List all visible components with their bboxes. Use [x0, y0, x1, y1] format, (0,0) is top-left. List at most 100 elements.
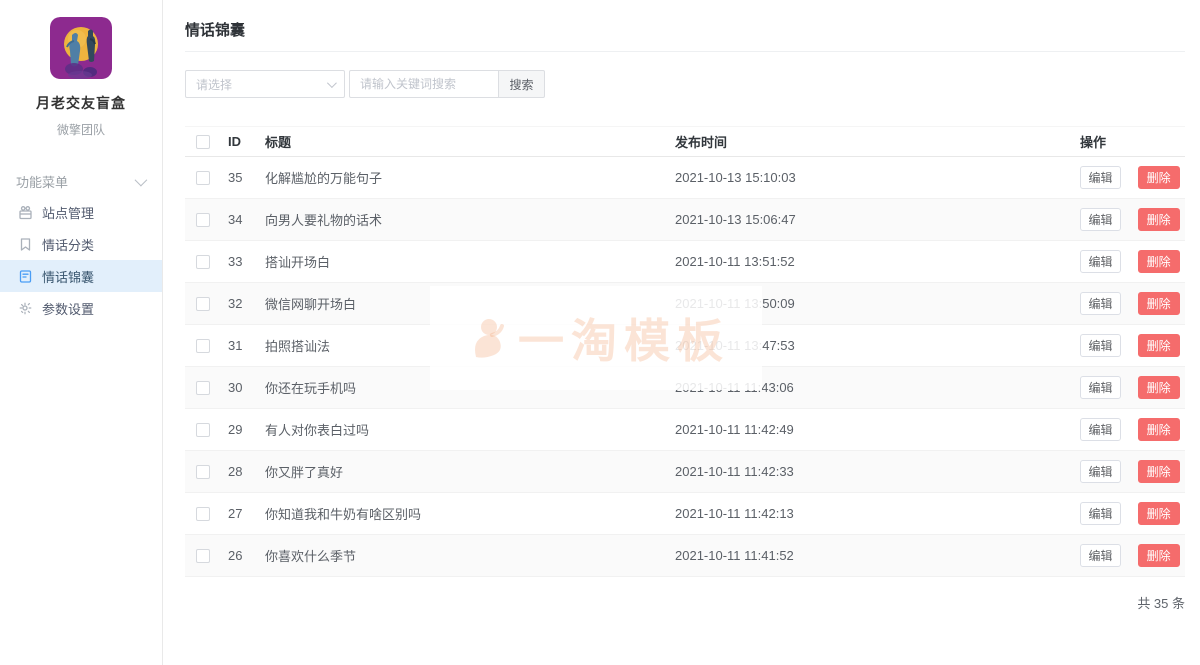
delete-button[interactable]: 删除 [1138, 544, 1180, 567]
table-header-row: ID 标题 发布时间 操作 [185, 127, 1185, 157]
row-publish-time: 2021-10-11 11:43:06 [675, 367, 1080, 409]
bookmark-icon [18, 237, 33, 252]
row-id: 31 [228, 325, 265, 367]
gear-icon [18, 301, 33, 316]
page-title: 情话锦囊 [185, 19, 1185, 40]
table-body: 35 化解尴尬的万能句子 2021-10-13 15:10:03 编辑 删除 3… [185, 157, 1185, 577]
data-table: ID 标题 发布时间 操作 35 化解尴尬的万能句子 2021-10-13 15… [185, 126, 1185, 577]
row-checkbox[interactable] [196, 213, 210, 227]
chevron-down-icon [327, 78, 337, 88]
column-header-time: 发布时间 [675, 127, 1080, 157]
row-publish-time: 2021-10-11 13:51:52 [675, 241, 1080, 283]
select-all-checkbox[interactable] [196, 135, 210, 149]
row-publish-time: 2021-10-11 11:42:13 [675, 493, 1080, 535]
sidebar-menu: 功能菜单 站点管理 [0, 166, 162, 324]
sidebar-item-label: 参数设置 [42, 299, 94, 318]
row-checkbox[interactable] [196, 381, 210, 395]
row-id: 32 [228, 283, 265, 325]
header-divider [185, 51, 1185, 52]
delete-button[interactable]: 删除 [1138, 208, 1180, 231]
row-checkbox[interactable] [196, 549, 210, 563]
row-title: 你还在玩手机吗 [265, 367, 675, 409]
edit-button[interactable]: 编辑 [1080, 460, 1121, 483]
category-select[interactable]: 请选择 [185, 70, 345, 98]
app-title: 月老交友盲盒 [0, 93, 162, 113]
table-row: 32 微信网聊开场白 2021-10-11 13:50:09 编辑 删除 [185, 283, 1185, 325]
edit-button[interactable]: 编辑 [1080, 544, 1121, 567]
row-id: 33 [228, 241, 265, 283]
delete-button[interactable]: 删除 [1138, 502, 1180, 525]
total-count: 共 35 条 [185, 593, 1185, 612]
edit-button[interactable]: 编辑 [1080, 376, 1121, 399]
sidebar-item-site-management[interactable]: 站点管理 [0, 196, 162, 228]
brand-block: 月老交友盲盒 微擎团队 [0, 0, 162, 138]
row-checkbox[interactable] [196, 255, 210, 269]
edit-button[interactable]: 编辑 [1080, 334, 1121, 357]
row-title: 向男人要礼物的话术 [265, 199, 675, 241]
sidebar-item-phrase-category[interactable]: 情话分类 [0, 228, 162, 260]
delete-button[interactable]: 删除 [1138, 460, 1180, 483]
delete-button[interactable]: 删除 [1138, 166, 1180, 189]
table-row: 30 你还在玩手机吗 2021-10-11 11:43:06 编辑 删除 [185, 367, 1185, 409]
row-publish-time: 2021-10-11 13:50:09 [675, 283, 1080, 325]
delete-button[interactable]: 删除 [1138, 376, 1180, 399]
edit-button[interactable]: 编辑 [1080, 502, 1121, 525]
table-row: 35 化解尴尬的万能句子 2021-10-13 15:10:03 编辑 删除 [185, 157, 1185, 199]
row-id: 35 [228, 157, 265, 199]
column-header-id: ID [228, 127, 265, 157]
row-publish-time: 2021-10-11 13:47:53 [675, 325, 1080, 367]
row-title: 化解尴尬的万能句子 [265, 157, 675, 199]
delete-button[interactable]: 删除 [1138, 250, 1180, 273]
table-row: 31 拍照搭讪法 2021-10-11 13:47:53 编辑 删除 [185, 325, 1185, 367]
row-publish-time: 2021-10-13 15:10:03 [675, 157, 1080, 199]
search-button[interactable]: 搜索 [498, 70, 545, 98]
site-management-icon [18, 205, 33, 220]
row-publish-time: 2021-10-11 11:41:52 [675, 535, 1080, 577]
row-checkbox[interactable] [196, 297, 210, 311]
edit-button[interactable]: 编辑 [1080, 208, 1121, 231]
table-row: 29 有人对你表白过吗 2021-10-11 11:42:49 编辑 删除 [185, 409, 1185, 451]
team-name: 微擎团队 [0, 121, 162, 138]
app-logo [50, 17, 112, 79]
row-publish-time: 2021-10-11 11:42:33 [675, 451, 1080, 493]
row-checkbox[interactable] [196, 465, 210, 479]
column-header-title: 标题 [265, 127, 675, 157]
edit-button[interactable]: 编辑 [1080, 250, 1121, 273]
row-id: 27 [228, 493, 265, 535]
column-header-actions: 操作 [1080, 127, 1185, 157]
edit-button[interactable]: 编辑 [1080, 292, 1121, 315]
row-checkbox[interactable] [196, 423, 210, 437]
search-input[interactable] [349, 70, 499, 98]
select-placeholder: 请选择 [196, 76, 232, 93]
delete-button[interactable]: 删除 [1138, 418, 1180, 441]
document-icon [18, 269, 33, 284]
delete-button[interactable]: 删除 [1138, 292, 1180, 315]
sidebar: 月老交友盲盒 微擎团队 功能菜单 站点管理 [0, 0, 163, 665]
row-checkbox[interactable] [196, 507, 210, 521]
delete-button[interactable]: 删除 [1138, 334, 1180, 357]
row-id: 26 [228, 535, 265, 577]
sidebar-item-label: 情话锦囊 [42, 267, 94, 286]
row-id: 34 [228, 199, 265, 241]
row-checkbox[interactable] [196, 339, 210, 353]
page-head: 情话锦囊 [185, 0, 1185, 52]
sidebar-item-phrase-pouch[interactable]: 情话锦囊 [0, 260, 162, 292]
table-row: 33 搭讪开场白 2021-10-11 13:51:52 编辑 删除 [185, 241, 1185, 283]
table-row: 27 你知道我和牛奶有啥区别吗 2021-10-11 11:42:13 编辑 删… [185, 493, 1185, 535]
row-id: 29 [228, 409, 265, 451]
edit-button[interactable]: 编辑 [1080, 418, 1121, 441]
sidebar-item-settings[interactable]: 参数设置 [0, 292, 162, 324]
app-window: 月老交友盲盒 微擎团队 功能菜单 站点管理 [0, 0, 1200, 665]
menu-group-toggle[interactable]: 功能菜单 [0, 166, 162, 196]
sidebar-item-label: 情话分类 [42, 235, 94, 254]
row-title: 微信网聊开场白 [265, 283, 675, 325]
row-id: 30 [228, 367, 265, 409]
row-id: 28 [228, 451, 265, 493]
sidebar-item-label: 站点管理 [42, 203, 94, 222]
chevron-down-icon [135, 173, 148, 186]
search-group: 搜索 [349, 70, 545, 98]
main-content: 情话锦囊 请选择 搜索 ID 标题 发布时间 [163, 0, 1200, 665]
row-checkbox[interactable] [196, 171, 210, 185]
menu-group-label: 功能菜单 [16, 172, 68, 191]
edit-button[interactable]: 编辑 [1080, 166, 1121, 189]
